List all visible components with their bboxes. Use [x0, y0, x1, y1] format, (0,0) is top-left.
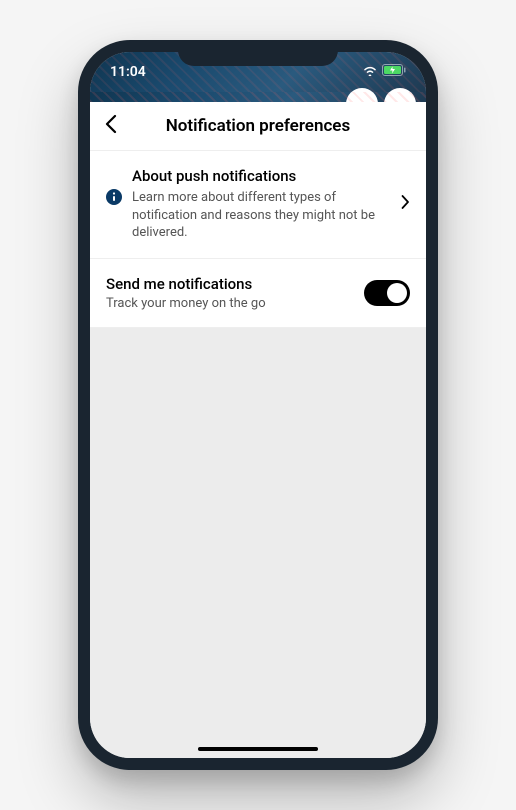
chevron-left-icon [104, 114, 117, 134]
info-icon [106, 189, 122, 205]
content-background [90, 328, 426, 758]
toggle-knob [387, 283, 407, 303]
chevron-right-icon [401, 194, 410, 214]
about-body: About push notifications Learn more abou… [132, 167, 380, 242]
phone-notch [178, 40, 338, 66]
home-indicator[interactable] [198, 747, 318, 751]
battery-icon [382, 64, 406, 80]
about-description: Learn more about different types of noti… [132, 189, 380, 242]
phone-screen: 11:04 Notification preferences [90, 52, 426, 758]
page-title: Notification preferences [106, 116, 410, 136]
wifi-icon [362, 64, 378, 80]
back-button[interactable] [104, 114, 117, 138]
info-icon-wrap [106, 167, 122, 209]
toggle-title: Send me notifications [106, 275, 352, 293]
status-right [362, 64, 406, 80]
phone-frame: 11:04 Notification preferences [78, 40, 438, 770]
notifications-toggle[interactable] [364, 280, 410, 306]
page-header: Notification preferences [90, 102, 426, 151]
header-background-strip [90, 92, 426, 102]
about-notifications-row[interactable]: About push notifications Learn more abou… [90, 151, 426, 259]
about-title: About push notifications [132, 167, 380, 185]
status-time: 11:04 [110, 64, 146, 80]
toggle-description: Track your money on the go [106, 296, 352, 311]
send-notifications-row: Send me notifications Track your money o… [90, 259, 426, 328]
toggle-body: Send me notifications Track your money o… [106, 275, 352, 311]
